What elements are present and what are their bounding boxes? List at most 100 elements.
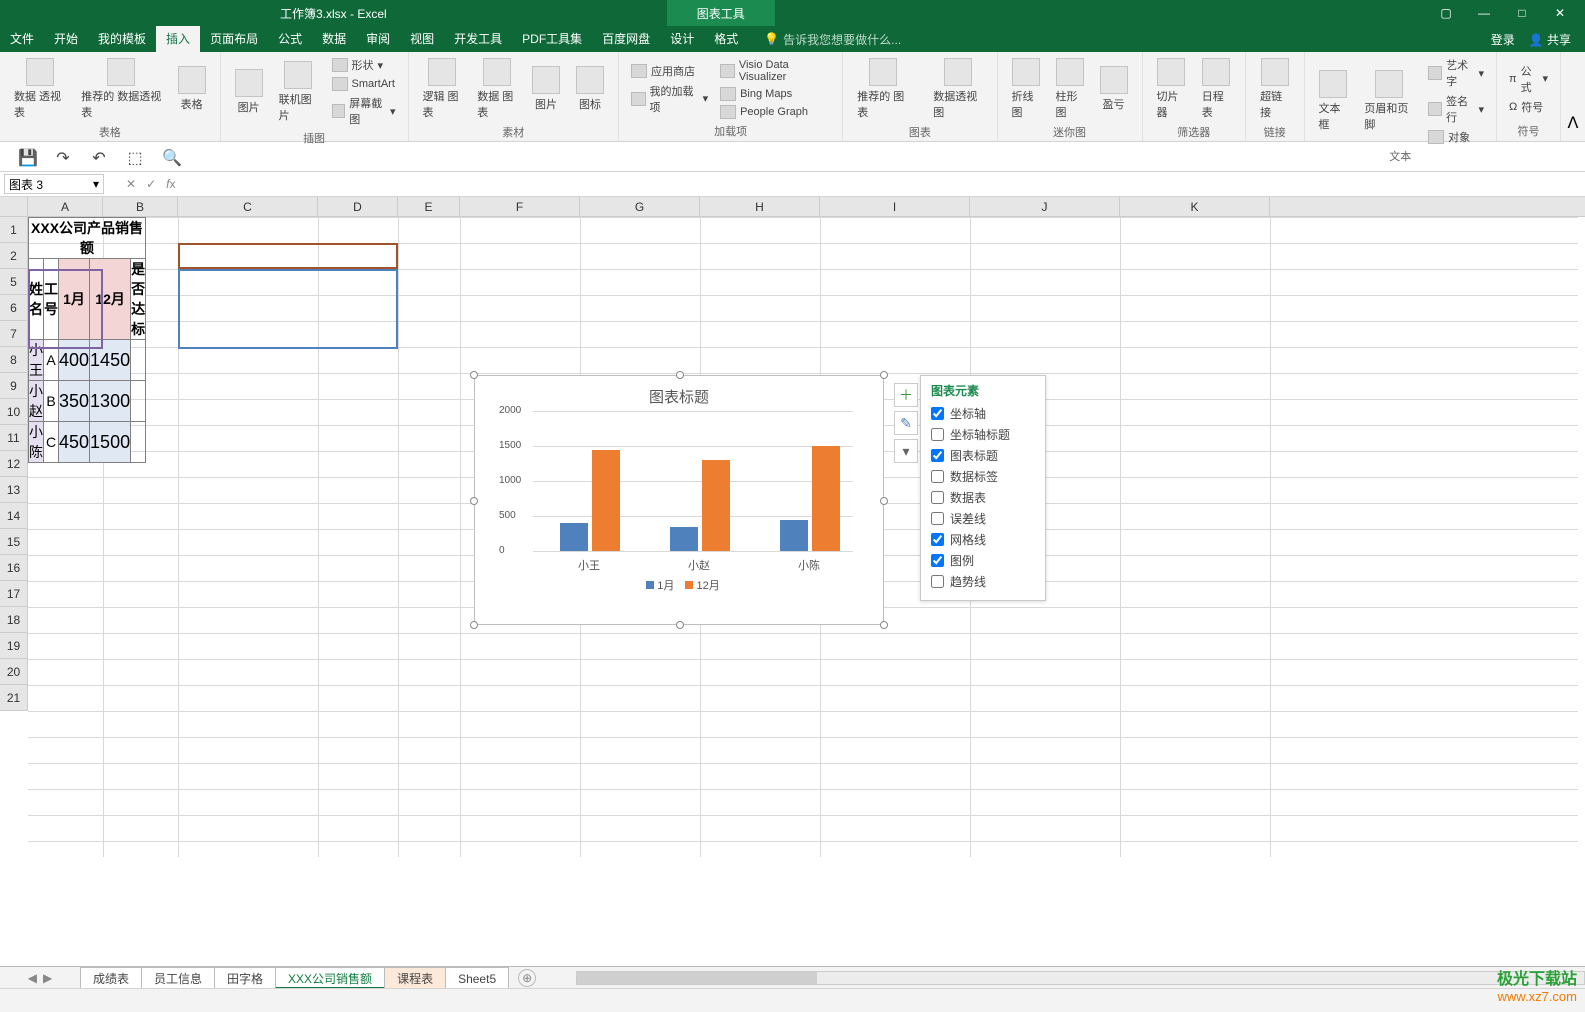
- cell-r0-c4[interactable]: [131, 340, 146, 381]
- chart-element-checkbox-1[interactable]: [931, 428, 944, 441]
- sheet-tab-XXX公司销售额[interactable]: XXX公司销售额: [275, 967, 385, 989]
- logic-chart-button[interactable]: 逻辑 图表: [417, 56, 468, 122]
- table-title[interactable]: XXX公司产品销售额: [29, 218, 146, 259]
- sheet-tab-员工信息[interactable]: 员工信息: [141, 967, 215, 989]
- bar-小王-1月[interactable]: [560, 523, 588, 551]
- bar-小赵-12月[interactable]: [702, 460, 730, 551]
- bar-小王-12月[interactable]: [592, 450, 620, 552]
- equation-button[interactable]: π 公式 ▾: [1505, 62, 1552, 96]
- shapes-button[interactable]: 形状 ▾: [328, 56, 400, 74]
- resize-handle-sw[interactable]: [470, 621, 478, 629]
- close-button[interactable]: ✕: [1547, 6, 1573, 20]
- smartart-button[interactable]: SmartArt: [328, 76, 400, 92]
- menu-文件[interactable]: 文件: [0, 26, 44, 52]
- sparkline-column-button[interactable]: 柱形图: [1050, 56, 1090, 122]
- menu-PDF工具集[interactable]: PDF工具集: [512, 26, 592, 52]
- menu-开始[interactable]: 开始: [44, 26, 88, 52]
- hscroll-thumb[interactable]: [577, 972, 817, 984]
- cell-r1-c1[interactable]: B: [44, 381, 59, 422]
- chart-element-option-7[interactable]: 图例: [931, 550, 1035, 571]
- col-header-H[interactable]: H: [700, 197, 820, 216]
- row-header-9[interactable]: 9: [0, 373, 28, 399]
- cell-r2-c1[interactable]: C: [44, 422, 59, 463]
- data-chart-button[interactable]: 数据 图表: [471, 56, 522, 122]
- pivot-chart-button[interactable]: 数据透视图: [927, 56, 988, 122]
- chart-element-checkbox-4[interactable]: [931, 491, 944, 504]
- col-header-C[interactable]: C: [178, 197, 318, 216]
- chart-element-option-4[interactable]: 数据表: [931, 487, 1035, 508]
- chart-styles-button[interactable]: ✎: [894, 411, 918, 435]
- my-addins-button[interactable]: 我的加载项 ▾: [627, 82, 712, 116]
- resize-handle-s[interactable]: [676, 621, 684, 629]
- chart-element-checkbox-0[interactable]: [931, 407, 944, 420]
- timeline-button[interactable]: 日程表: [1196, 56, 1237, 122]
- formula-input[interactable]: [175, 174, 1585, 194]
- cell-r2-c0[interactable]: 小陈: [29, 422, 44, 463]
- chart-element-option-1[interactable]: 坐标轴标题: [931, 424, 1035, 445]
- online-picture-button[interactable]: 联机图片: [273, 59, 324, 125]
- sheet-tab-成绩表[interactable]: 成绩表: [80, 967, 142, 989]
- share-button[interactable]: 👤 共享: [1529, 31, 1571, 48]
- resize-handle-n[interactable]: [676, 371, 684, 379]
- row-header-13[interactable]: 13: [0, 477, 28, 503]
- row-header-19[interactable]: 19: [0, 633, 28, 659]
- chart-element-option-5[interactable]: 误差线: [931, 508, 1035, 529]
- context-menu-格式[interactable]: 格式: [704, 26, 748, 52]
- cell-r1-c3[interactable]: 1300: [90, 381, 131, 422]
- chart-element-checkbox-5[interactable]: [931, 512, 944, 525]
- select-all-corner[interactable]: [0, 197, 28, 216]
- row-header-21[interactable]: 21: [0, 685, 28, 711]
- redo-button[interactable]: ↷: [54, 148, 72, 166]
- app-store-button[interactable]: 应用商店: [627, 62, 712, 80]
- row-header-16[interactable]: 16: [0, 555, 28, 581]
- resize-handle-e[interactable]: [880, 497, 888, 505]
- cell-r1-c2[interactable]: 350: [59, 381, 90, 422]
- col-header-A[interactable]: A: [28, 197, 103, 216]
- sheet-tab-课程表[interactable]: 课程表: [384, 967, 446, 989]
- table-header-3[interactable]: 12月: [90, 259, 131, 340]
- menu-数据[interactable]: 数据: [312, 26, 356, 52]
- row-header-5[interactable]: 5: [0, 269, 28, 295]
- col-header-D[interactable]: D: [318, 197, 398, 216]
- recommended-pivot-button[interactable]: 推荐的 数据透视表: [75, 56, 167, 122]
- row-header-1[interactable]: 1: [0, 217, 28, 243]
- row-header-17[interactable]: 17: [0, 581, 28, 607]
- row-header-11[interactable]: 11: [0, 425, 28, 451]
- cell-r0-c1[interactable]: A: [44, 340, 59, 381]
- table-header-2[interactable]: 1月: [59, 259, 90, 340]
- sheet-nav-prev[interactable]: ◀: [28, 971, 37, 985]
- sheet-tab-Sheet5[interactable]: Sheet5: [445, 967, 509, 989]
- sheet-nav-next[interactable]: ▶: [43, 971, 52, 985]
- login-link[interactable]: 登录: [1491, 31, 1515, 48]
- object-button[interactable]: 对象: [1424, 128, 1488, 146]
- chart-element-checkbox-2[interactable]: [931, 449, 944, 462]
- bar-小陈-12月[interactable]: [812, 446, 840, 551]
- save-button[interactable]: 💾: [18, 148, 36, 166]
- chart-filters-button[interactable]: ▾: [894, 439, 918, 463]
- chart-legend[interactable]: 1月 12月: [475, 571, 883, 599]
- chart-element-checkbox-7[interactable]: [931, 554, 944, 567]
- resize-handle-w[interactable]: [470, 497, 478, 505]
- menu-视图[interactable]: 视图: [400, 26, 444, 52]
- chart-element-option-3[interactable]: 数据标签: [931, 466, 1035, 487]
- row-header-6[interactable]: 6: [0, 295, 28, 321]
- resize-handle-nw[interactable]: [470, 371, 478, 379]
- row-header-2[interactable]: 2: [0, 243, 28, 269]
- col-header-K[interactable]: K: [1120, 197, 1270, 216]
- icon-button[interactable]: 图标: [570, 64, 610, 114]
- wordart-button[interactable]: 艺术字 ▾: [1424, 56, 1488, 90]
- col-header-B[interactable]: B: [103, 197, 178, 216]
- embedded-chart[interactable]: 图表标题 0500100015002000小王小赵小陈 1月 12月: [474, 375, 884, 625]
- chart-element-checkbox-3[interactable]: [931, 470, 944, 483]
- chart-title[interactable]: 图表标题: [475, 376, 883, 411]
- row-header-14[interactable]: 14: [0, 503, 28, 529]
- collapse-ribbon-button[interactable]: ᐱ: [1561, 52, 1585, 141]
- col-header-J[interactable]: J: [970, 197, 1120, 216]
- row-header-15[interactable]: 15: [0, 529, 28, 555]
- chart-element-option-8[interactable]: 趋势线: [931, 571, 1035, 592]
- cell-r1-c4[interactable]: [131, 381, 146, 422]
- touch-mode-button[interactable]: ⬚: [126, 148, 144, 166]
- cell-r2-c2[interactable]: 450: [59, 422, 90, 463]
- people-graph-button[interactable]: People Graph: [716, 104, 834, 120]
- print-preview-button[interactable]: 🔍: [162, 148, 180, 166]
